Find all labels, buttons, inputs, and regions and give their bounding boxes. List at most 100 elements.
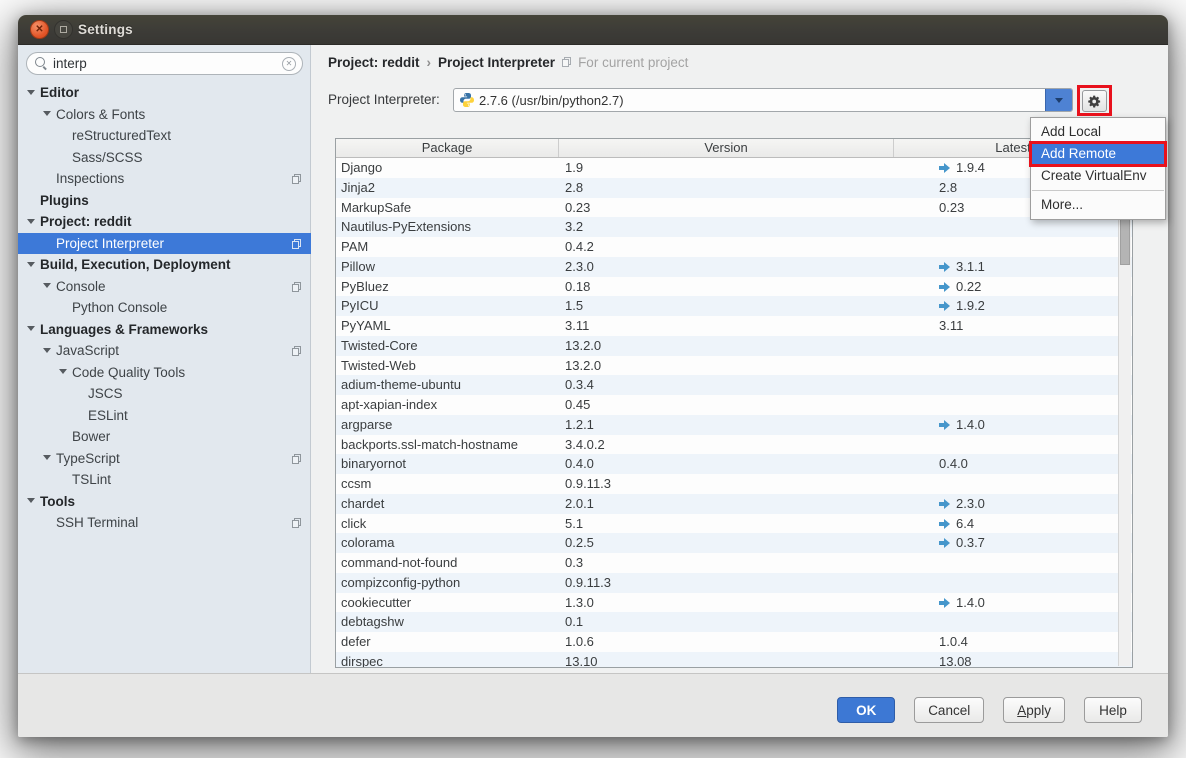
search-input[interactable]: [53, 54, 277, 73]
menu-item-add-remote[interactable]: Add Remote: [1031, 143, 1165, 165]
table-row-binaryornot[interactable]: binaryornot0.4.00.4.0: [336, 454, 1132, 474]
latest-cell: [894, 395, 1132, 415]
table-row-backports-ssl-match-hostname[interactable]: backports.ssl-match-hostname3.4.0.2: [336, 435, 1132, 455]
table-row-dirspec[interactable]: dirspec13.1013.08: [336, 652, 1132, 668]
version-cell: 0.3: [559, 553, 894, 573]
dropdown-arrow-button[interactable]: [1045, 89, 1072, 111]
breadcrumb-page[interactable]: Project Interpreter: [438, 55, 555, 70]
column-header-package[interactable]: Package: [336, 139, 559, 157]
expand-arrow-icon[interactable]: [43, 455, 51, 460]
expand-arrow-icon[interactable]: [27, 262, 35, 267]
sidebar-item-jscs[interactable]: JSCS: [18, 383, 311, 405]
sidebar-item-colors-fonts[interactable]: Colors & Fonts: [18, 104, 311, 126]
table-row-debtagshw[interactable]: debtagshw0.1: [336, 612, 1132, 632]
sidebar-item-label: Project Interpreter: [56, 236, 164, 251]
table-row-colorama[interactable]: colorama0.2.50.3.7: [336, 533, 1132, 553]
expand-arrow-icon[interactable]: [43, 348, 51, 353]
column-header-version[interactable]: Version: [559, 139, 894, 157]
interpreter-dropdown[interactable]: 2.7.6 (/usr/bin/python2.7): [453, 88, 1073, 112]
sidebar-item-javascript[interactable]: JavaScript: [18, 340, 311, 362]
upgrade-arrow-icon: [939, 420, 951, 430]
settings-search-box[interactable]: ✕: [26, 52, 303, 75]
sidebar-item-ssh-terminal[interactable]: SSH Terminal: [18, 512, 311, 534]
breadcrumb-project[interactable]: Project: reddit: [328, 55, 420, 70]
cancel-button[interactable]: Cancel: [914, 697, 984, 723]
table-row-click[interactable]: click5.16.4: [336, 514, 1132, 534]
table-row-adium-theme-ubuntu[interactable]: adium-theme-ubuntu0.3.4: [336, 375, 1132, 395]
sidebar-item-project-reddit[interactable]: Project: reddit: [18, 211, 311, 233]
package-table: Package Version Latest Django1.91.9.4Jin…: [335, 138, 1133, 668]
sidebar-item-restructuredtext[interactable]: reStructuredText: [18, 125, 311, 147]
menu-item-more[interactable]: More...: [1031, 194, 1165, 216]
package-cell: PyYAML: [336, 316, 559, 336]
sidebar-item-code-quality-tools[interactable]: Code Quality Tools: [18, 362, 311, 384]
table-row-defer[interactable]: defer1.0.61.0.4: [336, 632, 1132, 652]
close-window-icon[interactable]: ✕: [30, 20, 49, 39]
package-cell: adium-theme-ubuntu: [336, 375, 559, 395]
sidebar-item-label: Tools: [40, 494, 75, 509]
expand-arrow-icon[interactable]: [27, 219, 35, 224]
sidebar-item-eslint[interactable]: ESLint: [18, 405, 311, 427]
table-header: Package Version Latest: [336, 139, 1132, 158]
expand-arrow-icon[interactable]: [43, 283, 51, 288]
table-row-pybluez[interactable]: PyBluez0.180.22: [336, 277, 1132, 297]
version-cell: 3.4.0.2: [559, 435, 894, 455]
table-scrollbar[interactable]: [1118, 159, 1131, 666]
table-row-chardet[interactable]: chardet2.0.12.3.0: [336, 494, 1132, 514]
sidebar-item-sass-scss[interactable]: Sass/SCSS: [18, 147, 311, 169]
table-row-pam[interactable]: PAM0.4.2: [336, 237, 1132, 257]
breadcrumb: Project: reddit › Project Interpreter Fo…: [328, 52, 688, 72]
sidebar-item-console[interactable]: Console: [18, 276, 311, 298]
sidebar-item-languages-frameworks[interactable]: Languages & Frameworks: [18, 319, 311, 341]
sidebar-item-bower[interactable]: Bower: [18, 426, 311, 448]
table-row-markupsafe[interactable]: MarkupSafe0.230.23: [336, 198, 1132, 218]
expand-arrow-icon[interactable]: [59, 369, 67, 374]
latest-cell: 1.0.4: [894, 632, 1132, 652]
table-row-pyyaml[interactable]: PyYAML3.113.11: [336, 316, 1132, 336]
table-row-ccsm[interactable]: ccsm0.9.11.3: [336, 474, 1132, 494]
sidebar-item-python-console[interactable]: Python Console: [18, 297, 311, 319]
expand-arrow-icon[interactable]: [27, 498, 35, 503]
table-row-argparse[interactable]: argparse1.2.11.4.0: [336, 415, 1132, 435]
gear-button[interactable]: [1082, 90, 1107, 112]
table-row-pillow[interactable]: Pillow2.3.03.1.1: [336, 257, 1132, 277]
settings-window: ✕ Settings ✕ EditorColors & FontsreStruc…: [18, 15, 1168, 737]
sidebar-item-label: TSLint: [72, 472, 111, 487]
table-row-apt-xapian-index[interactable]: apt-xapian-index0.45: [336, 395, 1132, 415]
table-row-pyicu[interactable]: PyICU1.51.9.2: [336, 296, 1132, 316]
table-row-cookiecutter[interactable]: cookiecutter1.3.01.4.0: [336, 593, 1132, 613]
upgrade-arrow-icon: [939, 538, 951, 548]
sidebar-item-project-interpreter[interactable]: Project Interpreter: [18, 233, 311, 255]
version-cell: 0.2.5: [559, 533, 894, 553]
clear-search-icon[interactable]: ✕: [282, 57, 296, 71]
table-row-twisted-core[interactable]: Twisted-Core13.2.0: [336, 336, 1132, 356]
ok-button[interactable]: OK: [837, 697, 895, 723]
apply-button[interactable]: Apply: [1003, 697, 1065, 723]
sidebar-item-plugins[interactable]: Plugins: [18, 190, 311, 212]
table-row-nautilus-pyextensions[interactable]: Nautilus-PyExtensions3.2: [336, 217, 1132, 237]
sidebar-item-editor[interactable]: Editor: [18, 82, 311, 104]
package-cell: MarkupSafe: [336, 198, 559, 218]
unmaximize-window-icon[interactable]: [54, 20, 73, 39]
expand-arrow-icon[interactable]: [43, 111, 51, 116]
sidebar-item-tools[interactable]: Tools: [18, 491, 311, 513]
sidebar-item-typescript[interactable]: TypeScript: [18, 448, 311, 470]
table-row-jinja2[interactable]: Jinja22.82.8: [336, 178, 1132, 198]
expand-arrow-icon[interactable]: [27, 90, 35, 95]
expand-arrow-icon[interactable]: [27, 326, 35, 331]
table-row-command-not-found[interactable]: command-not-found0.3: [336, 553, 1132, 573]
table-row-compizconfig-python[interactable]: compizconfig-python0.9.11.3: [336, 573, 1132, 593]
sidebar-item-label: Languages & Frameworks: [40, 322, 208, 337]
menu-item-create-virtualenv[interactable]: Create VirtualEnv: [1031, 165, 1165, 187]
titlebar[interactable]: ✕ Settings: [18, 15, 1168, 45]
sidebar-item-inspections[interactable]: Inspections: [18, 168, 311, 190]
sidebar-item-label: Code Quality Tools: [72, 365, 185, 380]
sidebar-item-tslint[interactable]: TSLint: [18, 469, 311, 491]
menu-item-add-local[interactable]: Add Local: [1031, 121, 1165, 143]
sidebar-item-build-execution-deployment[interactable]: Build, Execution, Deployment: [18, 254, 311, 276]
package-cell: PAM: [336, 237, 559, 257]
table-row-twisted-web[interactable]: Twisted-Web13.2.0: [336, 356, 1132, 376]
help-button[interactable]: Help: [1084, 697, 1142, 723]
settings-tree: EditorColors & FontsreStructuredTextSass…: [18, 82, 311, 534]
table-row-django[interactable]: Django1.91.9.4: [336, 158, 1132, 178]
